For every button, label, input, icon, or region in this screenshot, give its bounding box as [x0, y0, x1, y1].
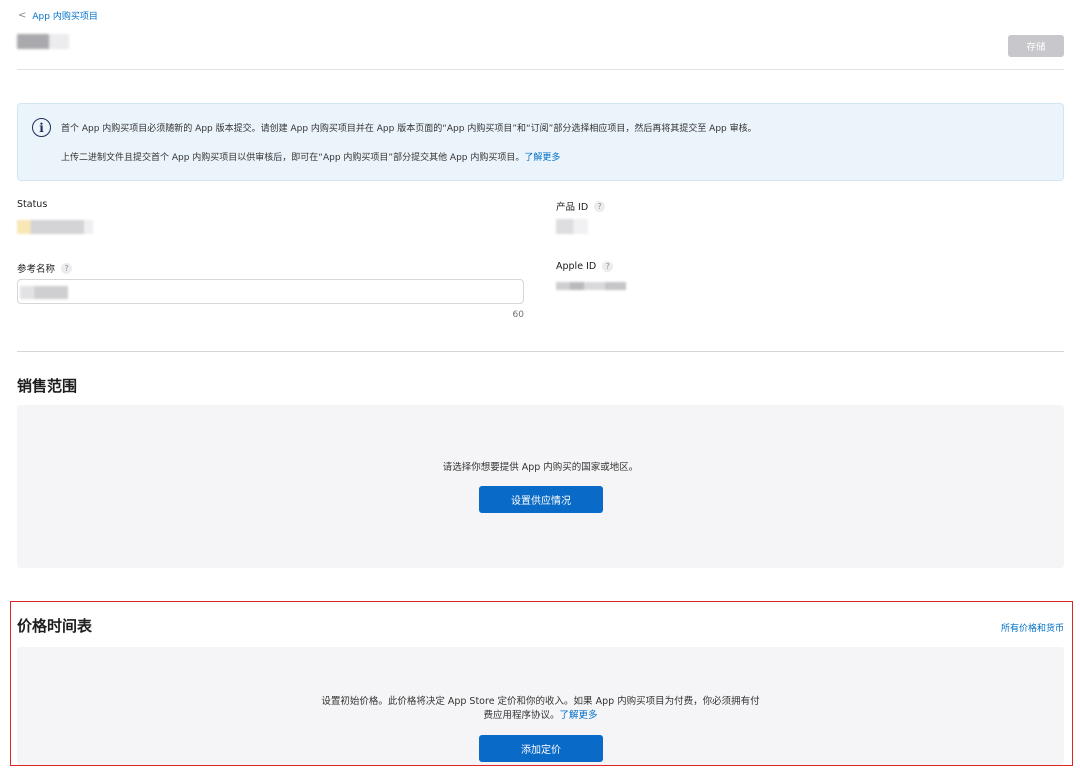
page-title-redacted — [17, 34, 69, 49]
availability-panel: 请选择你想要提供 App 内购买的国家或地区。 设置供应情况 — [17, 405, 1064, 568]
apple-id-label-text: Apple ID — [556, 261, 597, 272]
pricing-title: 价格时间表 — [17, 617, 93, 635]
pricing-text-line-2: 费应用程序协议。了解更多 — [17, 709, 1064, 723]
save-button[interactable]: 存储 — [1008, 35, 1064, 57]
add-pricing-button[interactable]: 添加定价 — [479, 735, 603, 762]
help-icon[interactable]: ? — [61, 262, 73, 274]
status-label: Status — [17, 199, 47, 210]
header-divider — [17, 69, 1064, 70]
product-id-label: 产品 ID ? — [556, 199, 606, 213]
ref-name-input[interactable] — [17, 279, 524, 304]
ref-name-value-redacted — [20, 286, 68, 299]
availability-prompt: 请选择你想要提供 App 内购买的国家或地区。 — [442, 462, 639, 473]
notice-line-1: 首个 App 内购买项目必须随新的 App 版本提交。请创建 App 内购买项目… — [61, 124, 757, 134]
all-prices-link[interactable]: 所有价格和货币 — [940, 621, 1064, 634]
help-icon[interactable]: ? — [594, 200, 606, 212]
learn-more-link[interactable]: 了解更多 — [524, 153, 560, 163]
back-link-label: App 内购买项目 — [32, 12, 98, 22]
pricing-learn-more-link[interactable]: 了解更多 — [560, 710, 598, 721]
status-label-text: Status — [17, 199, 48, 210]
pricing-text-line-1: 设置初始价格。此价格将决定 App Store 定价和你的收入。如果 App 内… — [321, 696, 760, 707]
pricing-panel: 设置初始价格。此价格将决定 App Store 定价和你的收入。如果 App 内… — [17, 647, 1064, 765]
set-availability-button[interactable]: 设置供应情况 — [479, 486, 603, 513]
pricing-text: 设置初始价格。此价格将决定 App Store 定价和你的收入。如果 App 内… — [17, 695, 1064, 723]
availability-title: 销售范围 — [17, 377, 78, 395]
info-icon: i — [32, 118, 51, 137]
back-link[interactable]: < App 内购买项目 — [18, 9, 98, 22]
ref-name-label: 参考名称 ? — [17, 261, 73, 275]
notice-line-2-text: 上传二进制文件且提交首个 App 内购买项目以供审核后，即可在“App 内购买项… — [61, 153, 525, 163]
help-icon[interactable]: ? — [602, 261, 614, 272]
apple-id-value-redacted — [556, 282, 626, 290]
apple-id-label: Apple ID ? — [556, 261, 614, 272]
pricing-text-line-2-text: 费应用程序协议。 — [483, 710, 560, 721]
status-value-redacted — [17, 220, 93, 234]
info-notice: i 首个 App 内购买项目必须随新的 App 版本提交。请创建 App 内购买… — [17, 103, 1064, 181]
chevron-left-icon: < — [18, 10, 27, 21]
product-id-label-text: 产品 ID — [556, 202, 589, 213]
product-id-value-redacted — [556, 219, 588, 234]
section-divider — [17, 351, 1064, 352]
notice-line-2: 上传二进制文件且提交首个 App 内购买项目以供审核后，即可在“App 内购买项… — [61, 150, 560, 163]
char-count: 60 — [512, 310, 524, 320]
ref-name-label-text: 参考名称 — [17, 264, 56, 275]
